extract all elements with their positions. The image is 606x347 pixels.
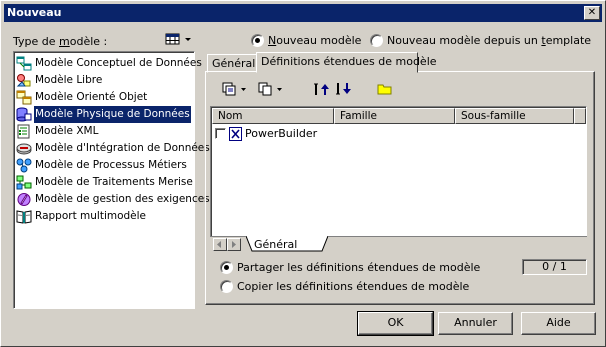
extended-definitions-grid[interactable]: Nom Famille Sous-famille PowerBuilder xyxy=(210,106,587,252)
move-down-button[interactable] xyxy=(335,81,351,97)
arrow-right-icon xyxy=(232,241,236,248)
model-type-label: Type de modèle : xyxy=(13,35,108,48)
row-checkbox[interactable] xyxy=(215,128,226,139)
ok-button[interactable]: OK xyxy=(357,311,434,336)
new-model-dialog: Nouveau ✕ Type de modèle : Modèle Concep… xyxy=(0,0,606,347)
new-model-label[interactable]: Nouveau modèle xyxy=(268,34,361,47)
share-definitions-radio[interactable] xyxy=(220,261,233,274)
share-definitions-label[interactable]: Partager les définitions étendues de mod… xyxy=(237,261,480,274)
multimodel-report-icon xyxy=(16,210,32,224)
column-header-name[interactable]: Nom xyxy=(212,108,334,124)
title-bar: Nouveau ✕ xyxy=(4,4,602,22)
extension-file-icon xyxy=(229,127,242,141)
sort-up-icon xyxy=(314,83,329,95)
sort-down-icon xyxy=(336,83,351,95)
cancel-button[interactable]: Annuler xyxy=(438,312,513,335)
from-template-radio[interactable] xyxy=(370,34,383,47)
copy-definitions-radio[interactable] xyxy=(220,280,233,293)
copy-definitions-label[interactable]: Copier les définitions étendues de modèl… xyxy=(237,280,469,293)
folder-icon xyxy=(377,84,392,95)
selection-counter: 0 / 1 xyxy=(522,259,587,275)
large-icons-view-icon xyxy=(165,33,191,45)
merise-model-icon xyxy=(16,175,32,190)
sheet-tab-general-label: Général xyxy=(254,238,298,251)
free-model-icon xyxy=(16,74,31,87)
tab-extended-definitions[interactable]: Définitions étendues de modèle xyxy=(256,52,437,73)
from-template-label[interactable]: Nouveau modèle depuis un template xyxy=(387,34,591,47)
dialog-title: Nouveau xyxy=(7,6,62,19)
new-model-radio[interactable] xyxy=(251,34,264,47)
xml-model-icon xyxy=(17,124,30,139)
model-item-data-integration[interactable]: Modèle d'Intégration de Données xyxy=(16,140,210,157)
close-icon: ✕ xyxy=(587,7,597,18)
help-button[interactable]: Aide xyxy=(521,312,596,335)
model-item-xml[interactable]: Modèle XML xyxy=(16,123,191,140)
scroll-left-button[interactable] xyxy=(213,238,227,251)
object-oriented-model-icon xyxy=(16,90,32,105)
properties-dropdown-button[interactable] xyxy=(221,81,251,97)
sheet-tab-bar: Général xyxy=(210,236,587,252)
model-item-object-oriented[interactable]: Modèle Orienté Objet xyxy=(16,89,191,106)
radio-selected-dot xyxy=(255,38,260,43)
arrow-left-icon xyxy=(217,241,221,248)
column-header-subfamily[interactable]: Sous-famille xyxy=(455,108,574,124)
requirements-model-icon xyxy=(17,193,31,206)
model-item-merise[interactable]: Modèle de Traitements Merise xyxy=(16,174,193,191)
model-item-multimodel-report[interactable]: Rapport multimodèle xyxy=(16,208,191,225)
model-item-requirements[interactable]: Modèle de gestion des exigences xyxy=(16,191,210,208)
properties-icon xyxy=(222,82,246,96)
model-type-list[interactable]: Modèle Conceptuel de Données Modèle Libr… xyxy=(13,51,210,309)
column-header-filler xyxy=(574,108,586,124)
copy-dropdown-button[interactable] xyxy=(257,81,287,97)
column-header-family[interactable]: Famille xyxy=(334,108,455,124)
close-button[interactable]: ✕ xyxy=(584,6,600,20)
physical-data-model-icon xyxy=(16,107,32,122)
copy-icon xyxy=(258,82,282,96)
open-folder-button[interactable] xyxy=(377,81,393,97)
model-item-business-process[interactable]: Modèle de Processus Métiers xyxy=(16,157,191,174)
model-item-physical[interactable]: Modèle Physique de Données xyxy=(16,105,192,124)
model-item-conceptual[interactable]: Modèle Conceptuel de Données xyxy=(16,55,202,72)
conceptual-data-model-icon xyxy=(16,56,32,71)
radio-selected-dot xyxy=(224,265,229,270)
scroll-right-button[interactable] xyxy=(227,238,241,251)
model-item-free[interactable]: Modèle Libre xyxy=(16,72,191,89)
data-integration-model-icon xyxy=(16,143,32,155)
business-process-model-icon xyxy=(16,158,32,173)
view-mode-button[interactable] xyxy=(165,32,193,47)
move-up-button[interactable] xyxy=(313,81,329,97)
